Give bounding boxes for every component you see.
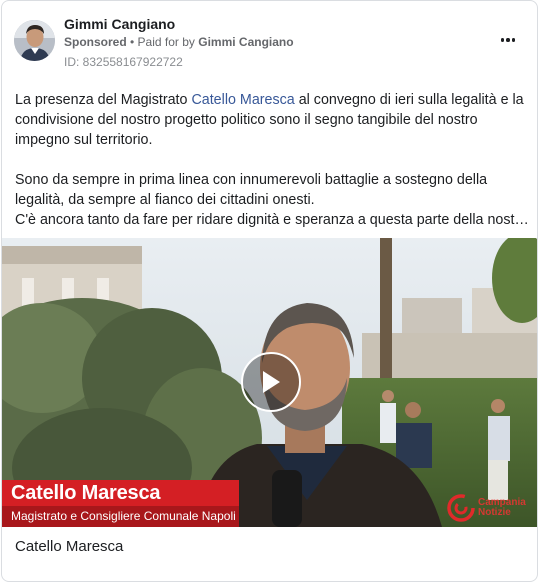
dot-icon [500,38,505,42]
avatar-photo [14,20,55,61]
more-options-icon[interactable] [497,31,519,49]
meta-separator: • [126,35,138,49]
dot-icon [511,38,516,42]
sponsored-line: Sponsored • Paid for by Gimmi Cangiano [64,34,294,50]
play-icon [263,371,280,393]
video-caption[interactable]: Catello Maresca [15,537,123,557]
lower-third-role: Magistrato e Consigliere Comunale Napoli [2,506,239,527]
post-paragraph-1: La presenza del Magistrato Catello Mares… [15,90,530,150]
sponsored-label[interactable]: Sponsored [64,35,127,49]
avatar[interactable] [14,20,55,61]
paragraph-text: La presenza del Magistrato [15,92,192,108]
author-name[interactable]: Gimmi Cangiano [64,15,175,33]
mention-link[interactable]: Catello Maresca [191,92,294,108]
video-player[interactable]: Catello Maresca Magistrato e Consigliere… [2,238,537,527]
sponsored-post-card: Gimmi Cangiano Sponsored • Paid for by G… [1,0,538,582]
ad-id: ID: 832558167922722 [64,55,183,69]
post-paragraph-2: Sono da sempre in prima linea con innume… [15,172,488,208]
lower-third-name: Catello Maresca [2,480,239,507]
channel-watermark: Campania Notizie [447,492,535,524]
dot-icon [506,38,510,42]
post-paragraph-3-truncated: C'è ancora tanto da fare per ridare dign… [15,212,530,228]
post-body: La presenza del Magistrato Catello Mares… [15,90,530,230]
channel-logo-icon [447,494,475,522]
paid-for-name[interactable]: Gimmi Cangiano [198,35,293,49]
paid-for-prefix: Paid for by [137,35,199,49]
play-button[interactable] [241,352,301,412]
post-header: Gimmi Cangiano Sponsored • Paid for by G… [2,1,537,77]
channel-name-line2: Notizie [478,507,511,518]
